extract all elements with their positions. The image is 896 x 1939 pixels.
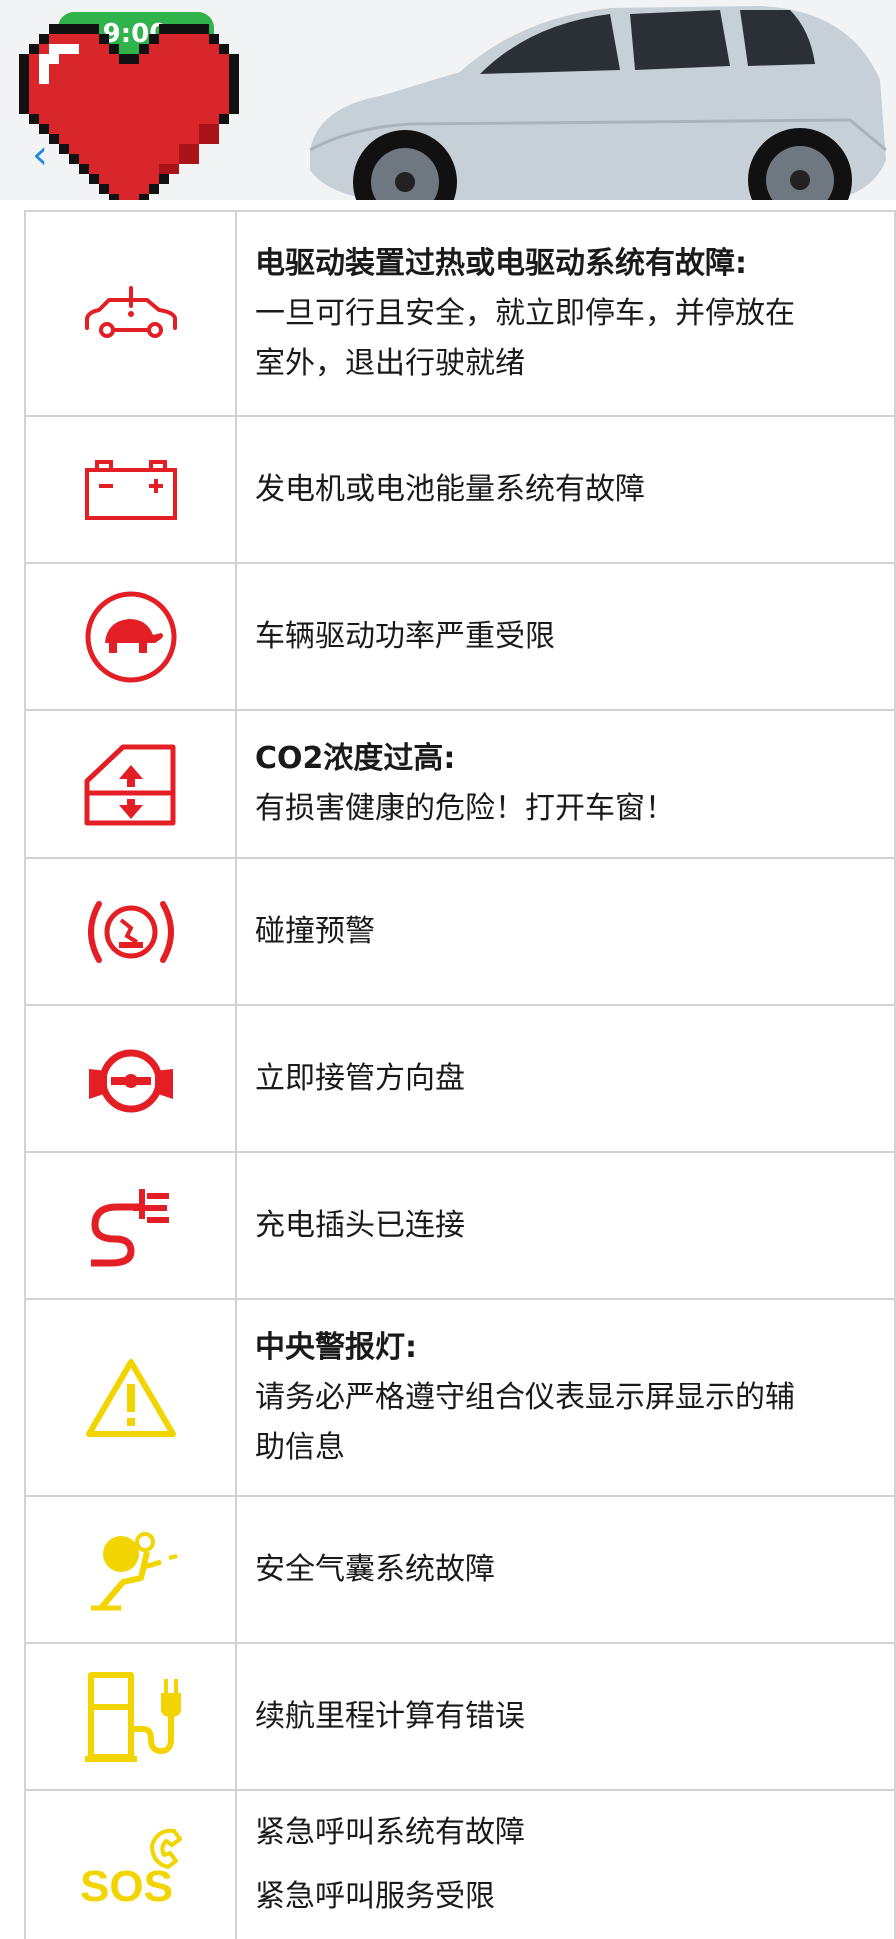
table-row: 发电机或电池能量系统有故障 bbox=[26, 415, 894, 562]
icon-cell bbox=[26, 1644, 237, 1789]
item-line: 一旦可行且安全，就立即停车，并停放在 bbox=[255, 295, 795, 331]
description-cell: CO2浓度过高: 有损害健康的危险！打开车窗！ bbox=[237, 711, 894, 857]
icon-cell bbox=[26, 1153, 237, 1298]
table-row: SOS 紧急呼叫系统有故障 紧急呼叫服务受限 bbox=[26, 1789, 894, 1939]
item-line: 发电机或电池能量系统有故障 bbox=[255, 471, 645, 507]
steering-wheel-hands-icon bbox=[88, 1049, 173, 1112]
icon-cell bbox=[26, 1006, 237, 1151]
table-row: 续航里程计算有错误 bbox=[26, 1642, 894, 1789]
sos-icon: SOS bbox=[80, 1828, 182, 1907]
table-row: 安全气囊系统故障 bbox=[26, 1495, 894, 1642]
item-line: 助信息 bbox=[255, 1429, 345, 1465]
item-line: 请务必严格遵守组合仪表显示屏显示的辅 bbox=[255, 1379, 795, 1415]
item-line: 有损害健康的危险！打开车窗！ bbox=[255, 791, 675, 826]
table-row: 碰撞预警 bbox=[26, 857, 894, 1004]
fuel-range-icon bbox=[84, 1671, 181, 1762]
item-title: 电驱动装置过热或电驱动系统有故障: bbox=[255, 245, 747, 281]
table-row: 电驱动装置过热或电驱动系统有故障: 一旦可行且安全，就立即停车，并停放在 室外，… bbox=[26, 210, 894, 415]
table-row: 充电插头已连接 bbox=[26, 1151, 894, 1298]
description-cell: 立即接管方向盘 bbox=[237, 1006, 894, 1151]
airbag-icon bbox=[90, 1531, 177, 1610]
item-title: CO2浓度过高: bbox=[255, 741, 456, 776]
warning-triangle-icon bbox=[85, 1358, 176, 1437]
item-line: 紧急呼叫服务受限 bbox=[255, 1879, 495, 1914]
description-cell: 续航里程计算有错误 bbox=[237, 1644, 894, 1789]
item-line: 车辆驱动功率严重受限 bbox=[255, 618, 555, 654]
item-line: 碰撞预警 bbox=[255, 913, 375, 949]
item-line: 安全气囊系统故障 bbox=[255, 1551, 495, 1587]
charging-plug-icon bbox=[90, 1188, 169, 1266]
description-cell: 安全气囊系统故障 bbox=[237, 1497, 894, 1642]
table-row: CO2浓度过高: 有损害健康的危险！打开车窗！ bbox=[26, 709, 894, 857]
table-row: 车辆驱动功率严重受限 bbox=[26, 562, 894, 709]
description-cell: 紧急呼叫系统有故障 紧急呼叫服务受限 bbox=[237, 1791, 894, 1939]
description-cell: 电驱动装置过热或电驱动系统有故障: 一旦可行且安全，就立即停车，并停放在 室外，… bbox=[237, 212, 894, 415]
heart-icon bbox=[18, 24, 239, 200]
description-cell: 碰撞预警 bbox=[237, 859, 894, 1004]
item-title: 中央警报灯: bbox=[255, 1329, 417, 1365]
table-row: 中央警报灯: 请务必严格遵守组合仪表显示屏显示的辅 助信息 bbox=[26, 1298, 894, 1495]
item-line: 立即接管方向盘 bbox=[255, 1060, 465, 1096]
description-cell: 充电插头已连接 bbox=[237, 1153, 894, 1298]
item-line: 续航里程计算有错误 bbox=[255, 1698, 525, 1734]
icon-cell: SOS bbox=[26, 1791, 237, 1939]
collision-warning-icon bbox=[87, 900, 174, 963]
icon-cell bbox=[26, 711, 237, 857]
icon-cell bbox=[26, 417, 237, 562]
car-image bbox=[309, 6, 887, 200]
header-image: 9:00 ‹ bbox=[0, 0, 896, 200]
drive-fault-icon bbox=[84, 285, 177, 338]
icon-cell bbox=[26, 1300, 237, 1495]
item-line: 室外，退出行驶就绪 bbox=[255, 345, 525, 381]
description-cell: 发电机或电池能量系统有故障 bbox=[237, 417, 894, 562]
battery-icon bbox=[84, 459, 177, 520]
icon-cell bbox=[26, 859, 237, 1004]
svg-text:SOS: SOS bbox=[80, 1862, 173, 1907]
item-line: 紧急呼叫系统有故障 bbox=[255, 1815, 525, 1850]
icon-cell bbox=[26, 212, 237, 415]
icon-cell bbox=[26, 564, 237, 709]
description-cell: 中央警报灯: 请务必严格遵守组合仪表显示屏显示的辅 助信息 bbox=[237, 1300, 894, 1495]
description-cell: 车辆驱动功率严重受限 bbox=[237, 564, 894, 709]
item-line: 充电插头已连接 bbox=[255, 1207, 465, 1243]
window-icon bbox=[84, 744, 175, 826]
turtle-icon bbox=[85, 591, 176, 682]
warning-lights-table: 电驱动装置过热或电驱动系统有故障: 一旦可行且安全，就立即停车，并停放在 室外，… bbox=[24, 210, 896, 1939]
icon-cell bbox=[26, 1497, 237, 1642]
table-row: 立即接管方向盘 bbox=[26, 1004, 894, 1151]
